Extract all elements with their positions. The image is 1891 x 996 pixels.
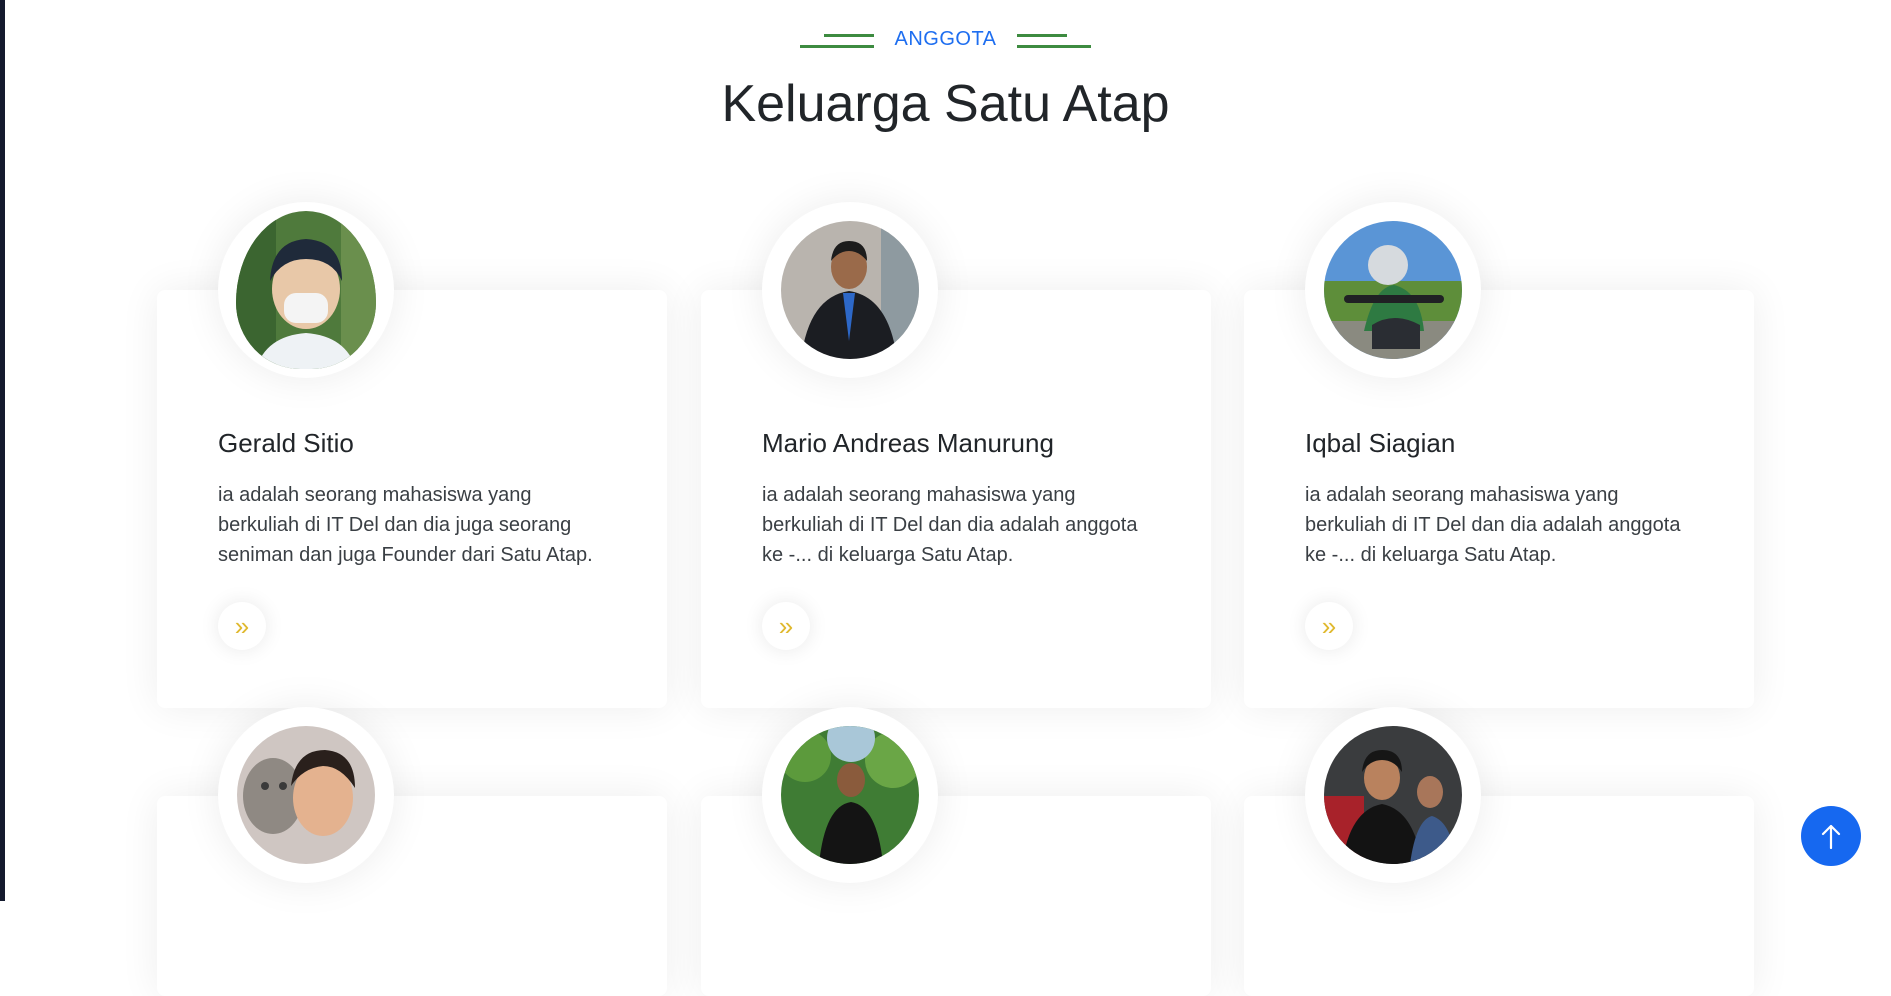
read-more-button[interactable]: » bbox=[762, 602, 810, 650]
window-edge bbox=[0, 0, 5, 901]
member-name: Mario Andreas Manurung bbox=[762, 428, 1054, 458]
decorative-lines-right bbox=[1016, 31, 1091, 49]
avatar bbox=[237, 726, 375, 864]
double-chevron-right-icon: » bbox=[1321, 611, 1337, 641]
avatar bbox=[236, 211, 376, 369]
member-description: ia adalah seorang mahasiswa yang berkuli… bbox=[218, 484, 593, 566]
member-avatar-ring bbox=[1305, 202, 1481, 378]
member-card: Mario Andreas Manurung ia adalah seorang… bbox=[701, 290, 1211, 708]
back-to-top-button[interactable] bbox=[1801, 806, 1861, 866]
avatar bbox=[781, 221, 919, 359]
member-avatar-ring bbox=[762, 707, 938, 883]
member-description: ia adalah seorang mahasiswa yang berkuli… bbox=[762, 484, 1138, 566]
member-name: Iqbal Siagian bbox=[1305, 428, 1456, 458]
member-avatar-ring bbox=[218, 202, 394, 378]
avatar bbox=[1324, 726, 1462, 864]
member-avatar-ring bbox=[1305, 707, 1481, 883]
decorative-lines-left bbox=[800, 31, 875, 49]
member-avatar-ring bbox=[218, 707, 394, 883]
member-description: ia adalah seorang mahasiswa yang berkuli… bbox=[1305, 484, 1681, 566]
member-card: Gerald Sitio ia adalah seorang mahasiswa… bbox=[157, 290, 667, 708]
avatar bbox=[1324, 221, 1462, 359]
section-eyebrow: ANGGOTA bbox=[800, 28, 1091, 51]
member-avatar-ring bbox=[762, 202, 938, 378]
member-card: Iqbal Siagian ia adalah seorang mahasisw… bbox=[1244, 290, 1754, 708]
member-name: Gerald Sitio bbox=[218, 428, 354, 458]
section-eyebrow-label: ANGGOTA bbox=[894, 28, 997, 50]
double-chevron-right-icon: » bbox=[778, 611, 794, 641]
avatar bbox=[781, 726, 919, 864]
double-chevron-right-icon: » bbox=[234, 611, 250, 641]
section-title: Keluarga Satu Atap bbox=[721, 74, 1170, 133]
read-more-button[interactable]: » bbox=[1305, 602, 1353, 650]
section-header: ANGGOTA Keluarga Satu Atap bbox=[0, 28, 1891, 134]
arrow-up-icon bbox=[1821, 824, 1841, 849]
read-more-button[interactable]: » bbox=[218, 602, 266, 650]
